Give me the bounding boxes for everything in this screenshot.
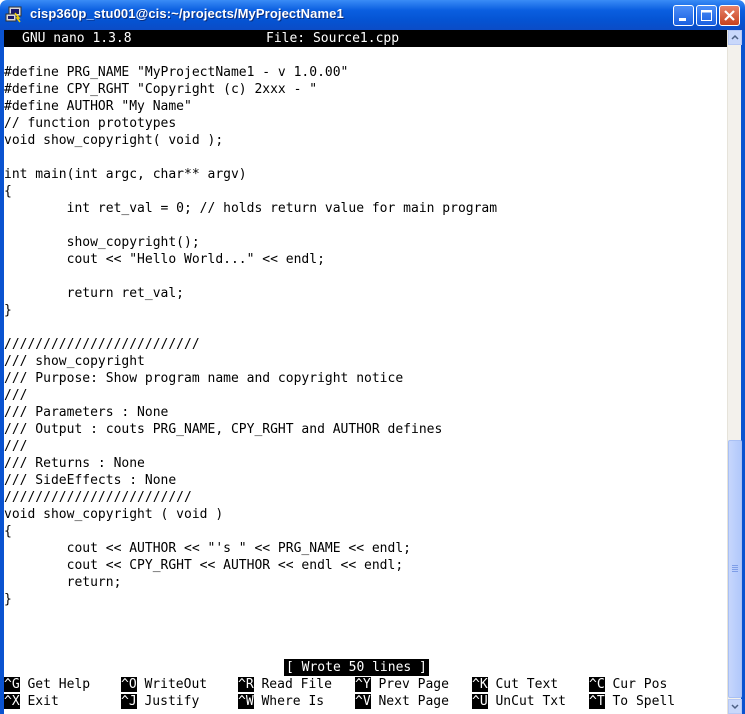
code-line[interactable]: cout << CPY_RGHT << AUTHOR << endl << en… [4,557,497,574]
minimize-button[interactable] [673,5,694,26]
code-line[interactable]: int ret_val = 0; // holds return value f… [4,200,497,217]
code-line[interactable] [4,217,497,234]
shortcut-justify[interactable]: ^J Justify [121,693,199,710]
shortcut-exit[interactable]: ^X Exit [4,693,59,710]
shortcut-cut-text[interactable]: ^K Cut Text [472,676,558,693]
nano-header-bar: GNU nano 1.3.8 File: Source1.cpp [4,30,727,47]
scroll-down-button[interactable] [728,699,742,714]
code-line[interactable]: /// Parameters : None [4,404,497,421]
code-line[interactable]: /// Returns : None [4,455,497,472]
maximize-button[interactable] [696,5,717,26]
shortcut-label: Read File [261,677,332,692]
file-name-label: File: Source1.cpp [266,31,400,46]
maximize-icon [701,10,712,21]
code-line[interactable]: { [4,183,497,200]
shortcut-label: To Spell [612,694,676,709]
scroll-up-button[interactable] [728,30,742,45]
chevron-up-icon [731,34,739,40]
shortcut-key: ^X [4,694,20,709]
code-line[interactable] [4,149,497,166]
code-line[interactable]: #define AUTHOR "My Name" [4,98,497,115]
code-line[interactable] [4,319,497,336]
status-message: [ Wrote 50 lines ] [284,659,429,676]
code-line[interactable]: void show_copyright ( void ) [4,506,497,523]
chevron-down-icon [731,704,739,710]
scroll-grip-line [732,569,738,570]
shortcut-prev-page[interactable]: ^Y Prev Page [355,676,449,693]
shortcut-key: ^V [355,694,371,709]
shortcut-label: Where Is [261,694,325,709]
vertical-scrollbar[interactable] [727,30,742,714]
window-title: cisp360p_stu001@cis:~/projects/MyProject… [30,6,344,21]
minimize-icon [679,18,686,21]
code-line[interactable]: /// SideEffects : None [4,472,497,489]
scroll-grip-line [732,565,738,566]
shortcut-next-page[interactable]: ^V Next Page [355,693,449,710]
code-line[interactable]: int main(int argc, char** argv) [4,166,497,183]
code-line[interactable]: } [4,591,497,608]
code-line[interactable]: /// [4,387,497,404]
code-line[interactable] [4,268,497,285]
code-line[interactable]: /// Output : couts PRG_NAME, CPY_RGHT an… [4,421,497,438]
shortcut-label: Get Help [27,677,91,692]
shortcut-bar: ^G Get Help ^O WriteOut ^R Read File ^Y Pre… [4,676,727,710]
shortcut-label: Cut Text [495,677,559,692]
shortcut-to-spell[interactable]: ^T To Spell [589,693,675,710]
shortcut-get-help[interactable]: ^G Get Help [4,676,90,693]
shortcut-key: ^C [589,677,605,692]
scroll-grip-line [732,567,738,568]
shortcut-label: Justify [144,694,200,709]
shortcut-key: ^J [121,694,137,709]
close-icon [724,10,735,21]
code-line[interactable]: /// Purpose: Show program name and copyr… [4,370,497,387]
shortcut-key: ^O [121,677,137,692]
shortcut-key: ^U [472,694,488,709]
code-line[interactable]: ///////////////////////// [4,336,497,353]
shortcut-label: Exit [27,694,59,709]
scroll-grip-line [732,571,738,572]
code-line[interactable]: /// [4,438,497,455]
code-line[interactable]: /// show_copyright [4,353,497,370]
code-line[interactable]: // function prototypes [4,115,497,132]
shortcut-key: ^W [238,694,254,709]
code-line[interactable]: } [4,302,497,319]
code-line[interactable]: { [4,523,497,540]
shortcut-label: Next Page [378,694,449,709]
scrollbar-thumb[interactable] [728,440,742,698]
shortcut-key: ^G [4,677,20,692]
shortcut-writeout[interactable]: ^O WriteOut [121,676,207,693]
shortcut-label: UnCut Txt [495,694,566,709]
code-line[interactable]: show_copyright(); [4,234,497,251]
shortcut-label: Cur Pos [612,677,668,692]
code-line[interactable]: cout << "Hello World..." << endl; [4,251,497,268]
shortcut-key: ^T [589,694,605,709]
shortcut-label: Prev Page [378,677,449,692]
shortcut-where-is[interactable]: ^W Where Is [238,693,324,710]
code-line[interactable]: //////////////////////// [4,489,497,506]
shortcut-key: ^R [238,677,254,692]
code-line[interactable]: cout << AUTHOR << "'s " << PRG_NAME << e… [4,540,497,557]
code-line[interactable]: return ret_val; [4,285,497,302]
terminal-area[interactable]: GNU nano 1.3.8 File: Source1.cpp #define… [4,30,727,714]
putty-terminal-icon[interactable] [5,6,23,23]
shortcut-uncut-txt[interactable]: ^U UnCut Txt [472,693,566,710]
code-line[interactable]: #define PRG_NAME "MyProjectName1 - v 1.0… [4,64,497,81]
shortcut-key: ^Y [355,677,371,692]
code-line[interactable]: void show_copyright( void ); [4,132,497,149]
code-line[interactable]: return; [4,574,497,591]
window-titlebar[interactable]: cisp360p_stu001@cis:~/projects/MyProject… [0,0,745,30]
nano-version-label: GNU nano 1.3.8 [22,31,132,46]
shortcut-key: ^K [472,677,488,692]
code-line[interactable]: #define CPY_RGHT "Copyright (c) 2xxx - " [4,81,497,98]
code-editor[interactable]: #define PRG_NAME "MyProjectName1 - v 1.0… [4,64,497,608]
close-button[interactable] [719,5,740,26]
shortcut-cur-pos[interactable]: ^C Cur Pos [589,676,667,693]
shortcut-label: WriteOut [144,677,208,692]
shortcut-read-file[interactable]: ^R Read File [238,676,332,693]
